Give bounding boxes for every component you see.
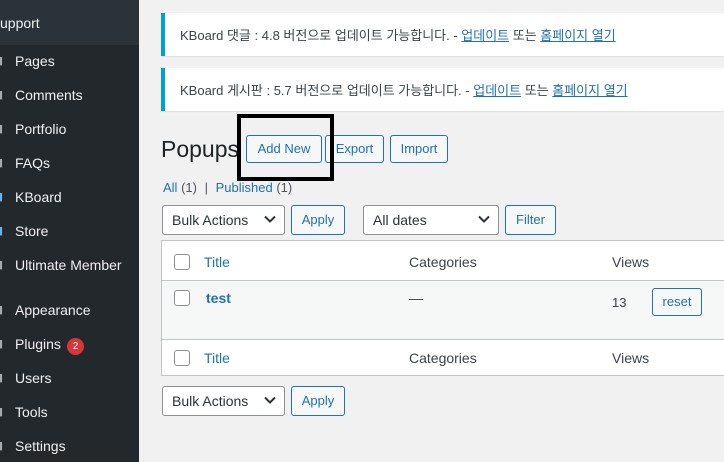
store-icon: ▮	[0, 225, 4, 237]
sidebar-item-label: Users	[15, 370, 52, 386]
sidebar-item-label: Tools	[15, 404, 48, 420]
plugins-icon: ▮	[0, 338, 4, 350]
sidebar-item-label: Store	[15, 223, 49, 239]
column-views-footer: Views	[612, 350, 650, 366]
filter-all-link[interactable]: All	[163, 180, 177, 195]
sidebar-item-portfolio[interactable]: ▮ Portfolio	[0, 117, 139, 143]
status-filters: All (1) | Published (1)	[163, 180, 292, 195]
notice-or-text: 또는	[509, 28, 541, 43]
bulk-actions-select-bottom[interactable]: Bulk Actions	[162, 386, 285, 416]
table-footer-row: Title Categories Views	[162, 339, 724, 376]
sidebar-item-settings[interactable]: ▮ Settings	[0, 434, 139, 460]
kboard-board-update-notice: KBoard 게시판 : 5.7 버전으로 업데이트 가능합니다. - 업데이트…	[161, 68, 724, 111]
sidebar-item-plugins[interactable]: ▮ Plugins 2	[0, 332, 139, 358]
portfolio-icon: ▮	[0, 123, 4, 135]
homepage-link[interactable]: 홈페이지 열기	[540, 28, 615, 43]
column-title-sort[interactable]: Title	[204, 254, 230, 270]
bulk-actions-selected-value: Bulk Actions	[172, 393, 249, 409]
column-title-sort-footer[interactable]: Title	[204, 350, 230, 366]
sidebar-item-tools[interactable]: ▮ Tools	[0, 400, 139, 426]
chevron-down-icon	[264, 396, 276, 404]
admin-sidebar: upport ▮ Pages ▮ Comments ▮ Portfolio ▮ …	[0, 0, 139, 462]
sidebar-top-item[interactable]: upport	[0, 0, 139, 45]
highlight-box	[237, 114, 334, 181]
homepage-link[interactable]: 홈페이지 열기	[552, 83, 627, 98]
apply-button-bottom[interactable]: Apply	[291, 386, 345, 416]
pages-icon: ▮	[0, 55, 4, 67]
sidebar-item-users[interactable]: ▮ Users	[0, 366, 139, 392]
filter-published-link[interactable]: Published	[216, 180, 273, 195]
update-link[interactable]: 업데이트	[473, 83, 521, 98]
sidebar-item-label: Settings	[15, 438, 66, 454]
tools-icon: ▮	[0, 406, 4, 418]
dates-selected-value: All dates	[373, 212, 427, 228]
apply-button-top[interactable]: Apply	[291, 205, 345, 235]
sidebar-item-label: FAQs	[15, 155, 51, 171]
ultimate-member-icon: ▮	[0, 259, 4, 271]
bulk-actions-selected-value: Bulk Actions	[172, 212, 249, 228]
faqs-icon: ▮	[0, 157, 4, 169]
sidebar-item-faqs[interactable]: ▮ FAQs	[0, 151, 139, 177]
filter-published-count: (1)	[276, 180, 293, 195]
appearance-icon: ▮	[0, 304, 4, 316]
sidebar-item-appearance[interactable]: ▮ Appearance	[0, 298, 139, 324]
sidebar-item-label: Pages	[15, 53, 55, 69]
sidebar-item-label: Comments	[15, 87, 83, 103]
sidebar-item-label: Appearance	[15, 302, 91, 318]
comments-icon: ▮	[0, 89, 4, 101]
kboard-icon: ▮	[0, 191, 4, 203]
notice-or-text: 또는	[521, 83, 553, 98]
sidebar-item-ultimate-member[interactable]: ▮ Ultimate Member	[0, 253, 139, 279]
notice-text: KBoard 게시판 : 5.7 버전으로 업데이트 가능합니다. -	[180, 83, 474, 98]
reset-views-button[interactable]: reset	[652, 288, 702, 316]
sidebar-item-store[interactable]: ▮ Store	[0, 219, 139, 245]
column-views: Views	[612, 254, 650, 270]
sidebar-item-comments[interactable]: ▮ Comments	[0, 83, 139, 109]
chevron-down-icon	[264, 215, 276, 223]
sidebar-item-label: KBoard	[15, 189, 62, 205]
notice-text: KBoard 댓글 : 4.8 버전으로 업데이트 가능합니다. -	[180, 28, 462, 43]
filter-separator: |	[204, 180, 208, 195]
row-checkbox[interactable]	[174, 290, 190, 306]
popups-table: Title Categories Views test — 13 reset T…	[161, 240, 724, 376]
import-button[interactable]: Import	[390, 135, 448, 163]
column-categories: Categories	[409, 254, 477, 270]
sidebar-item-label: Portfolio	[15, 121, 67, 137]
page-title: Popups	[161, 136, 240, 162]
users-icon: ▮	[0, 372, 4, 384]
sidebar-item-label: Ultimate Member	[15, 257, 122, 273]
kboard-comments-update-notice: KBoard 댓글 : 4.8 버전으로 업데이트 가능합니다. - 업데이트 …	[161, 13, 724, 56]
row-views: 13	[612, 295, 627, 310]
table-row: test — 13 reset	[162, 281, 724, 339]
filter-button[interactable]: Filter	[505, 205, 556, 235]
sidebar-item-label: Plugins	[15, 336, 61, 352]
row-categories: —	[409, 290, 423, 306]
select-all-checkbox-footer[interactable]	[174, 350, 190, 366]
table-header-row: Title Categories Views	[162, 241, 724, 281]
sidebar-item-kboard[interactable]: ▮ KBoard	[0, 185, 139, 211]
select-all-checkbox[interactable]	[174, 254, 190, 270]
sidebar-item-pages[interactable]: ▮ Pages	[0, 49, 139, 75]
filter-all-count: (1)	[181, 180, 197, 195]
plugins-update-badge: 2	[67, 338, 84, 355]
chevron-down-icon	[478, 215, 490, 223]
settings-icon: ▮	[0, 440, 4, 452]
bulk-actions-select-top[interactable]: Bulk Actions	[162, 205, 285, 235]
sidebar-top-label: upport	[0, 15, 40, 31]
row-title-link[interactable]: test	[206, 290, 231, 306]
dates-select[interactable]: All dates	[363, 205, 499, 235]
column-categories-footer: Categories	[409, 350, 477, 366]
update-link[interactable]: 업데이트	[461, 28, 509, 43]
